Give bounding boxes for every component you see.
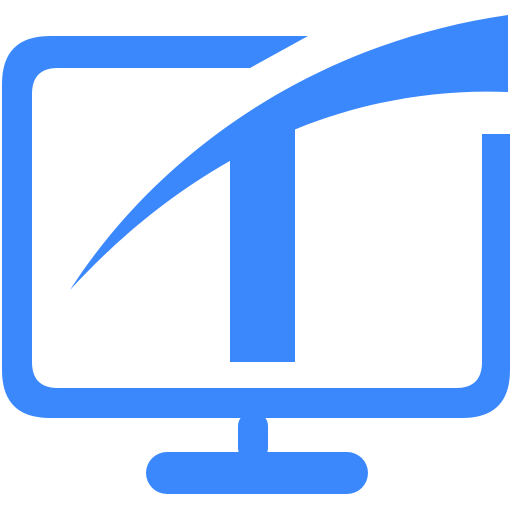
monitor-t-logo-icon — [2, 15, 510, 494]
app-icon-canvas — [0, 0, 512, 512]
monitor-base — [146, 452, 368, 494]
